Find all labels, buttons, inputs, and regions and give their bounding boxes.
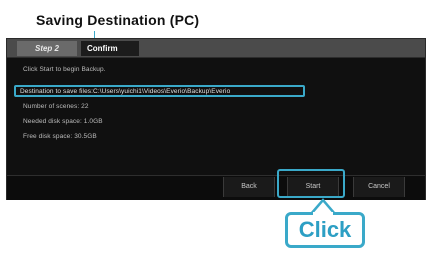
click-callout-pointer-cover	[313, 212, 333, 216]
